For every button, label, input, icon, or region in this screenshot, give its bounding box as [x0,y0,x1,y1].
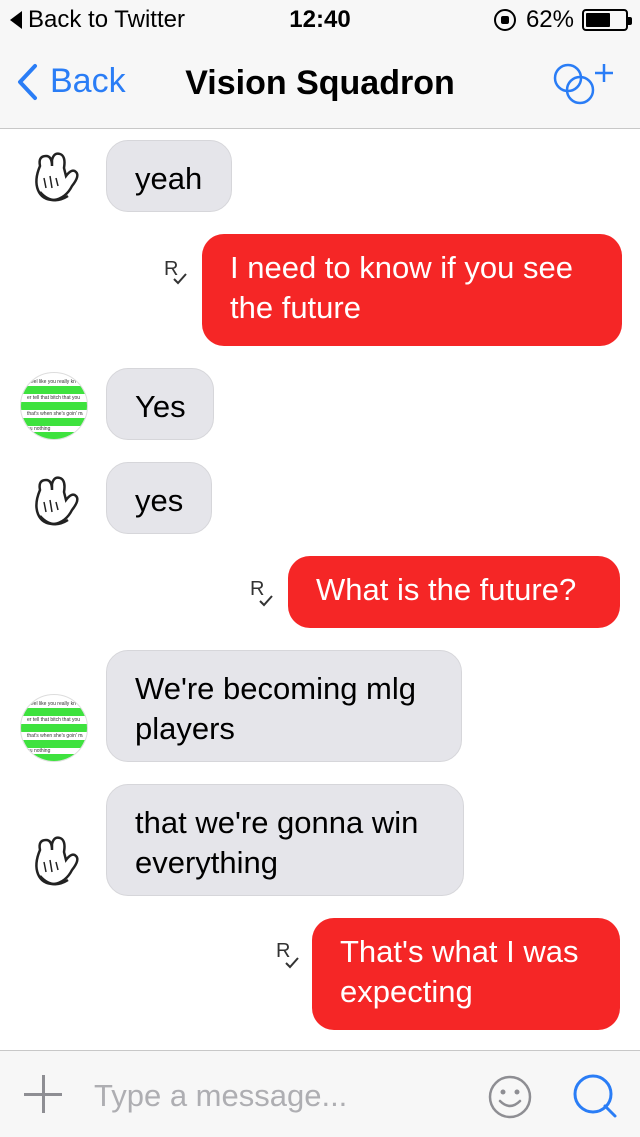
back-label: Back [50,62,126,100]
plus-icon[interactable] [24,1075,62,1113]
status-right: 62% [493,6,632,34]
rotation-lock-icon [493,9,516,31]
back-button[interactable]: Back [16,62,126,101]
hand-avatar[interactable] [22,830,90,898]
send-bubble-icon[interactable] [572,1073,618,1119]
message-incoming[interactable]: that we're gonna win everything [106,784,464,896]
message-incoming[interactable]: Yes [106,368,214,440]
message-input[interactable] [92,1073,456,1119]
message-outgoing[interactable]: What is the future? [288,556,620,628]
message-outgoing[interactable]: I need to know if you see the future [202,234,622,346]
read-check-icon [173,273,187,285]
composer-bar [0,1050,640,1137]
emoji-icon[interactable] [488,1075,532,1119]
message-incoming[interactable]: We're becoming mlg players [106,650,462,762]
battery-fill [586,13,610,27]
add-people-icon[interactable] [550,60,616,110]
message-incoming[interactable]: yes [106,462,212,534]
read-check-icon [285,957,299,969]
meme-avatar[interactable]: i feel like you really kn er tell that b… [20,372,88,440]
battery-percent: 62% [525,6,574,33]
hand-avatar[interactable] [22,146,90,214]
status-bar: Back to Twitter 12:40 62% [0,0,640,40]
message-incoming[interactable]: yeah [106,140,232,212]
hand-avatar[interactable] [22,470,90,538]
message-outgoing[interactable]: That's what I was expecting [312,918,620,1030]
chevron-left-icon [18,63,37,100]
battery-icon [582,9,632,31]
nav-bar: Back Vision Squadron [0,40,640,129]
meme-avatar[interactable]: i feel like you really kn er tell that b… [20,694,88,762]
read-check-icon [259,595,273,607]
battery-nub [628,17,632,25]
